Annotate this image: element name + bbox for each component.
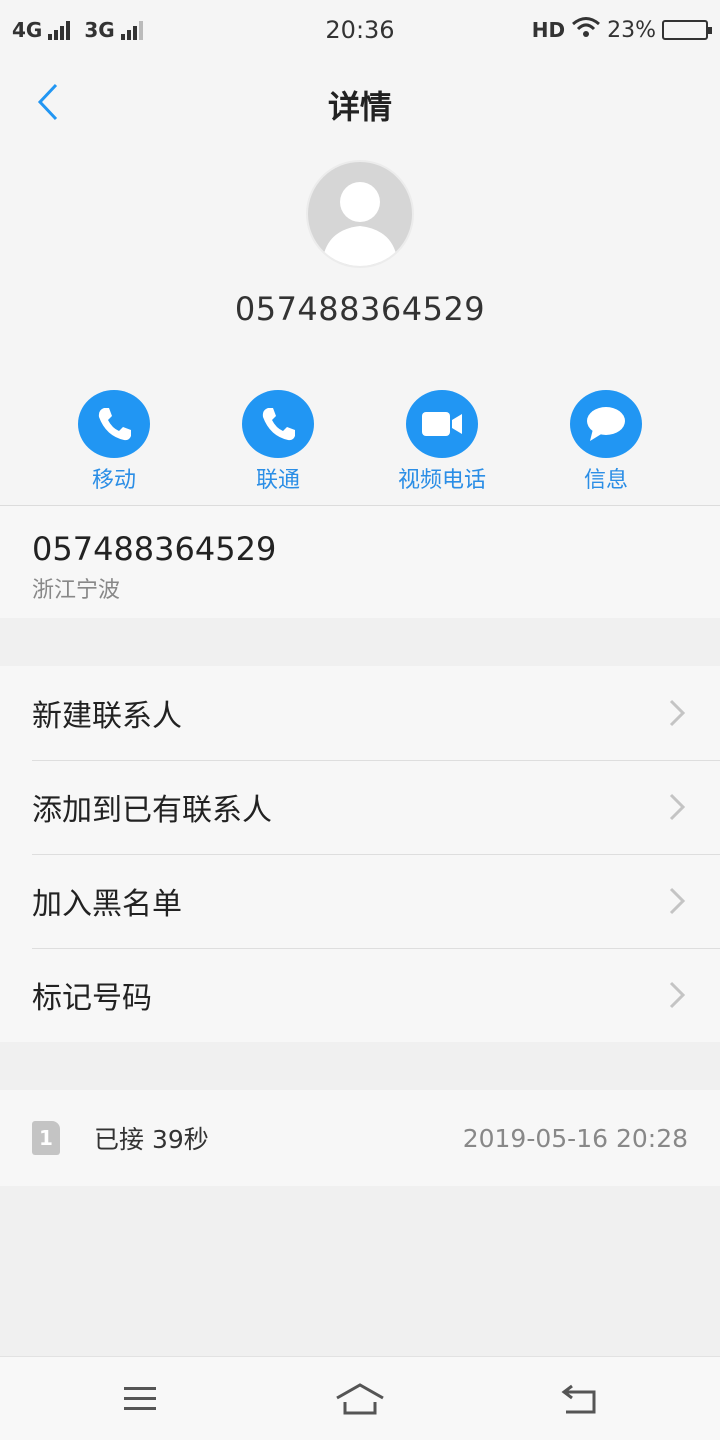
wifi-icon xyxy=(571,16,601,44)
action-label: 视频电话 xyxy=(397,468,486,493)
battery-icon xyxy=(662,20,712,40)
back-button[interactable] xyxy=(28,82,68,122)
add-to-existing-contact-item[interactable]: 添加到已有联系人 xyxy=(0,760,720,854)
number-location: 浙江宁波 xyxy=(32,578,121,603)
chevron-right-icon xyxy=(669,699,686,727)
video-camera-icon xyxy=(406,390,478,458)
phone-icon xyxy=(242,390,314,458)
add-to-blacklist-item[interactable]: 加入黑名单 xyxy=(0,854,720,948)
contact-number: 057488364529 xyxy=(234,290,486,328)
hamburger-menu-icon xyxy=(124,1387,156,1410)
page-title: 详情 xyxy=(327,88,392,126)
return-arrow-icon xyxy=(561,1384,596,1414)
phone-icon xyxy=(78,390,150,458)
home-icon xyxy=(336,1383,384,1415)
action-label: 联通 xyxy=(255,468,300,493)
call-timestamp: 2019-05-16 20:28 xyxy=(462,1123,688,1153)
call-status: 已接 39秒 xyxy=(94,1125,209,1154)
options-list: 新建联系人 添加到已有联系人 加入黑名单 标记号码 xyxy=(0,666,720,1042)
battery-percent: 23% xyxy=(607,17,656,43)
menu-button[interactable] xyxy=(110,1375,170,1423)
network-label-2: 3G xyxy=(84,18,115,42)
new-contact-item[interactable]: 新建联系人 xyxy=(0,666,720,760)
call-log-entry[interactable]: 1 已接 39秒 2019-05-16 20:28 xyxy=(0,1090,720,1186)
menu-item-label: 加入黑名单 xyxy=(32,887,182,922)
status-left: 4G 3G xyxy=(12,18,151,42)
call-unicom-button[interactable]: 联通 xyxy=(196,390,360,494)
number-info-row[interactable]: 057488364529 浙江宁波 xyxy=(0,506,720,618)
header: 详情 xyxy=(0,60,720,144)
signal-strength-icon xyxy=(48,20,71,40)
sim-card-icon: 1 xyxy=(32,1121,60,1155)
avatar xyxy=(306,160,414,268)
action-row: 移动 联通 视频电话 信息 xyxy=(0,390,720,494)
phone-number: 057488364529 xyxy=(32,530,277,568)
status-right: HD 23% xyxy=(531,16,712,44)
chevron-right-icon xyxy=(669,981,686,1009)
back-nav-button[interactable] xyxy=(550,1375,610,1423)
chevron-right-icon xyxy=(669,793,686,821)
message-bubble-icon xyxy=(570,390,642,458)
menu-item-label: 添加到已有联系人 xyxy=(32,793,272,828)
call-mobile-button[interactable]: 移动 xyxy=(32,390,196,494)
profile-section: 057488364529 移动 联通 视频电话 信息 xyxy=(0,144,720,506)
status-bar: 4G 3G 20:36 HD 23% xyxy=(0,0,720,60)
chevron-left-icon xyxy=(37,83,58,121)
action-label: 移动 xyxy=(91,468,136,493)
navigation-bar xyxy=(0,1356,720,1440)
network-label-1: 4G xyxy=(12,18,43,42)
action-label: 信息 xyxy=(583,468,628,493)
signal-strength-icon-2 xyxy=(120,20,143,40)
menu-item-label: 新建联系人 xyxy=(32,699,182,734)
message-button[interactable]: 信息 xyxy=(524,390,688,494)
video-call-button[interactable]: 视频电话 xyxy=(360,390,524,494)
menu-item-label: 标记号码 xyxy=(32,981,152,1016)
home-button[interactable] xyxy=(330,1375,390,1423)
hd-indicator: HD xyxy=(531,18,566,42)
mark-number-item[interactable]: 标记号码 xyxy=(0,948,720,1042)
person-silhouette-icon xyxy=(322,182,398,266)
chevron-right-icon xyxy=(669,887,686,915)
